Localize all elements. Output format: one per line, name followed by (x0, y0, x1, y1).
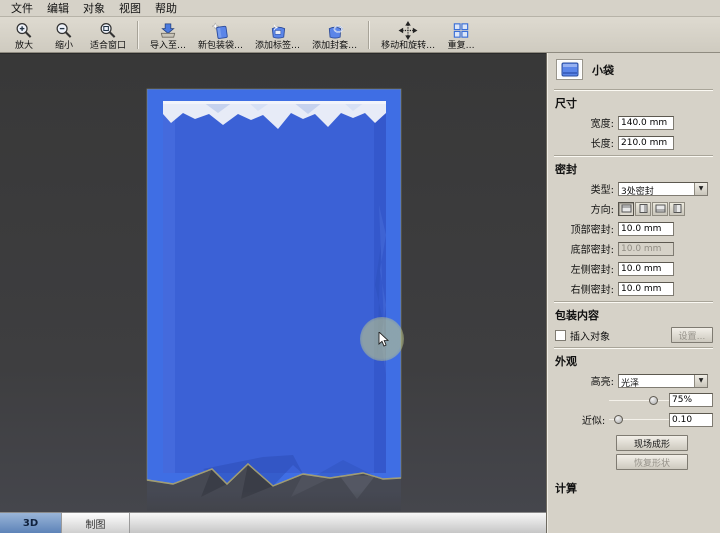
top-seal-field[interactable] (618, 221, 674, 236)
cursor-highlight (360, 317, 404, 361)
viewport-3d[interactable] (0, 53, 546, 512)
import-button[interactable]: 导入至… (144, 18, 192, 52)
import-label: 导入至… (150, 40, 187, 51)
menu-file[interactable]: 文件 (4, 0, 40, 17)
highlight-slider[interactable] (609, 394, 669, 407)
zoom-out-button[interactable]: 缩小 (44, 18, 84, 52)
left-seal-field[interactable] (618, 261, 674, 276)
add-label-label: 添加标签… (255, 40, 301, 51)
selected-object-title: 小袋 (592, 63, 614, 77)
direction-label: 方向: (590, 205, 614, 216)
toolbar-separator (368, 21, 371, 49)
section-separator (554, 155, 713, 157)
menu-help[interactable]: 帮助 (148, 0, 184, 17)
toolbar-separator (137, 21, 140, 49)
bag-front-panel (163, 101, 386, 473)
fit-window-button[interactable]: 适合窗口 (84, 18, 132, 52)
settings-button: 设置… (671, 327, 713, 343)
seal-type-dropdown[interactable]: 3处密封 ▼ (618, 181, 708, 196)
properties-panel: 小袋 尺寸 宽度: 长度: 密封 类型: 3处密封 ▼ 方向: (548, 53, 720, 533)
highlight-label: 高亮: (590, 377, 614, 388)
fit-window-label: 适合窗口 (90, 40, 127, 51)
mouse-cursor-icon (378, 332, 389, 347)
panel-header: 小袋 (554, 58, 713, 86)
add-closure-label: 添加封套… (312, 40, 358, 51)
menu-bar: 文件 编辑 对象 视图 帮助 (0, 0, 720, 17)
chevron-down-icon[interactable]: ▼ (694, 374, 707, 387)
chevron-down-icon[interactable]: ▼ (694, 182, 707, 195)
width-label: 宽度: (590, 119, 614, 130)
zoom-out-icon (54, 21, 74, 40)
seal-type-label: 类型: (590, 185, 614, 196)
add-closure-icon (325, 21, 345, 40)
live-forming-button[interactable]: 现场成形 (616, 435, 688, 451)
insert-object-label: 插入对象 (570, 331, 610, 343)
zoom-in-button[interactable]: 放大 (4, 18, 44, 52)
right-seal-label: 右侧密封: (570, 285, 614, 296)
slider-track (609, 399, 669, 401)
duplicate-label: 重复… (447, 40, 475, 51)
seal-section-title: 密封 (555, 163, 577, 176)
menu-view[interactable]: 视图 (112, 0, 148, 17)
right-seal-field[interactable] (618, 281, 674, 296)
insert-object-checkbox[interactable] (555, 329, 566, 341)
zoom-in-label: 放大 (14, 40, 33, 51)
tab-3d[interactable]: 3D (0, 513, 62, 533)
approx-slider[interactable] (609, 413, 669, 426)
bag-type-icon (556, 59, 583, 80)
menu-edit[interactable]: 编辑 (40, 0, 76, 17)
section-separator (554, 347, 713, 349)
length-field[interactable] (618, 135, 674, 150)
zoom-out-label: 缩小 (54, 40, 73, 51)
seal-type-value: 3处密封 (621, 186, 654, 195)
menu-object[interactable]: 对象 (76, 0, 112, 17)
bottom-seal-field (618, 241, 674, 256)
tab-drawing[interactable]: 制图 (62, 513, 130, 533)
width-field[interactable] (618, 115, 674, 130)
duplicate-button[interactable]: 重复… (441, 18, 481, 52)
direction-button-group (618, 201, 685, 216)
section-separator (554, 301, 713, 303)
section-separator (554, 89, 713, 91)
view-tab-bar: 3D 制图 (0, 512, 546, 533)
add-label-icon (268, 21, 288, 40)
move-rotate-icon (398, 20, 418, 40)
highlight-percent-field[interactable] (669, 393, 713, 407)
approx-value-field[interactable] (669, 412, 713, 427)
new-bag-label: 新包装袋… (198, 40, 244, 51)
compute-section-title: 计算 (555, 482, 577, 495)
direction-option-3[interactable] (652, 201, 668, 216)
appearance-section-title: 外观 (555, 355, 577, 368)
import-icon (158, 21, 178, 40)
fit-window-icon (98, 21, 118, 40)
size-section-title: 尺寸 (555, 97, 577, 110)
approx-label: 近似: (581, 416, 606, 427)
duplicate-icon (451, 21, 471, 40)
content-section-title: 包装内容 (555, 309, 599, 322)
add-closure-button[interactable]: 添加封套… (306, 18, 363, 52)
slider-thumb[interactable] (649, 395, 659, 405)
restore-shape-button: 恢复形状 (616, 454, 688, 470)
new-bag-button[interactable]: 新包装袋… (192, 18, 249, 52)
direction-option-1[interactable] (618, 201, 634, 216)
add-label-button[interactable]: 添加标签… (249, 18, 306, 52)
direction-option-2[interactable] (635, 201, 651, 216)
application-window: 文件 编辑 对象 视图 帮助 放大 缩小 适合窗口 导入至… 新包装袋… 添加标… (0, 0, 720, 533)
highlight-value: 光泽 (621, 378, 640, 387)
new-bag-icon (211, 21, 231, 40)
move-rotate-label: 移动和旋转… (381, 40, 436, 51)
zoom-in-icon (14, 21, 34, 40)
toolbar: 放大 缩小 适合窗口 导入至… 新包装袋… 添加标签… 添加封套… 移动和旋转…… (0, 17, 720, 53)
bag-3d-model[interactable] (143, 85, 405, 512)
top-seal-label: 顶部密封: (570, 225, 614, 236)
bottom-seal-label: 底部密封: (570, 245, 614, 256)
left-seal-label: 左侧密封: (570, 265, 614, 276)
length-label: 长度: (590, 139, 614, 150)
move-rotate-button[interactable]: 移动和旋转… (375, 18, 441, 52)
slider-thumb[interactable] (614, 415, 624, 424)
direction-option-4[interactable] (669, 201, 685, 216)
highlight-dropdown[interactable]: 光泽 ▼ (618, 373, 708, 388)
